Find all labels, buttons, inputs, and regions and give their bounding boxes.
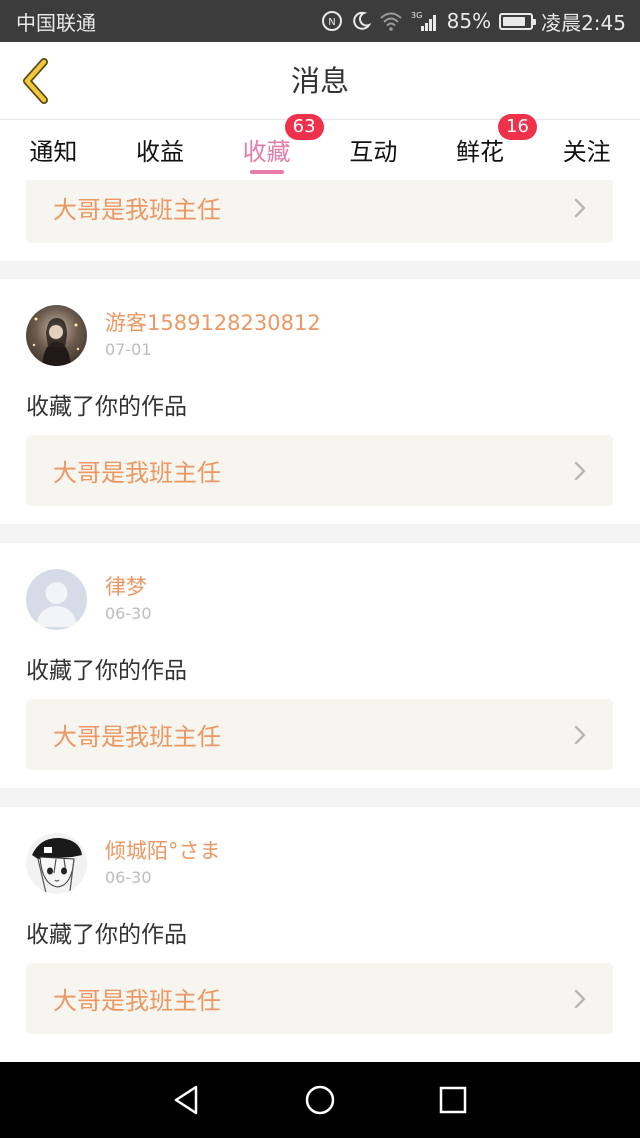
triangle-back-icon [174, 1085, 197, 1115]
avatar[interactable] [26, 569, 87, 630]
work-link[interactable]: 大哥是我班主任 [26, 180, 613, 243]
carrier-label: 中国联通 [16, 10, 96, 35]
tab-label: 关注 [562, 138, 611, 166]
message-text: 收藏了你的作品 [26, 658, 187, 684]
avatar[interactable] [26, 305, 87, 366]
message-list[interactable]: 大哥是我班主任 游客1589128230812 07-01 收藏了你的作品 大哥… [0, 180, 640, 1062]
back-nav-button[interactable] [157, 1070, 217, 1130]
list-item: 大哥是我班主任 [0, 180, 640, 261]
work-title: 大哥是我班主任 [53, 459, 221, 487]
battery-percent: 85% [446, 9, 492, 33]
tab-label: 通知 [29, 138, 78, 166]
timestamp: 06-30 [105, 867, 152, 887]
battery-icon [499, 12, 537, 30]
tab-label: 收藏 [242, 138, 291, 166]
tab-flowers[interactable]: 鲜花 16 [427, 114, 537, 180]
tab-interactions[interactable]: 互动 [320, 120, 427, 180]
list-item: 游客1589128230812 07-01 收藏了你的作品 大哥是我班主任 [0, 279, 640, 524]
username[interactable]: 游客1589128230812 [105, 309, 321, 337]
user-row: 倾城陌°さま 06-30 [26, 833, 221, 894]
timestamp: 07-01 [105, 339, 152, 359]
clock: 凌晨2:45 [541, 10, 626, 35]
work-title: 大哥是我班主任 [53, 196, 221, 224]
username[interactable]: 律梦 [105, 573, 152, 601]
work-link[interactable]: 大哥是我班主任 [26, 435, 613, 506]
tab-label: 互动 [349, 138, 398, 166]
work-title: 大哥是我班主任 [53, 987, 221, 1015]
timestamp: 06-30 [105, 603, 152, 623]
chevron-right-icon [573, 988, 587, 1010]
message-text: 收藏了你的作品 [26, 922, 187, 948]
user-row: 律梦 06-30 [26, 569, 152, 630]
unread-badge: 63 [284, 114, 324, 140]
tab-label: 收益 [136, 138, 184, 166]
work-link[interactable]: 大哥是我班主任 [26, 963, 613, 1034]
recents-nav-button[interactable] [423, 1070, 483, 1130]
moon-icon [351, 11, 371, 31]
tab-favorites[interactable]: 收藏 63 [213, 114, 324, 180]
page-title: 消息 [290, 64, 349, 98]
avatar[interactable] [26, 833, 87, 894]
user-row: 游客1589128230812 07-01 [26, 305, 321, 366]
work-title: 大哥是我班主任 [53, 723, 221, 751]
list-item: 倾城陌°さま 06-30 收藏了你的作品 大哥是我班主任 [0, 807, 640, 1062]
chevron-right-icon [573, 724, 587, 746]
tab-bar: 通知 收益 收藏 63 互动 鲜花 16 关注 [0, 114, 640, 180]
circle-home-icon [305, 1085, 335, 1115]
system-nav-bar [0, 1062, 640, 1138]
svg-text:3G: 3G [411, 11, 422, 20]
list-item: 律梦 06-30 收藏了你的作品 大哥是我班主任 [0, 543, 640, 788]
message-text: 收藏了你的作品 [26, 394, 187, 420]
chevron-right-icon [573, 197, 587, 219]
svg-text:N: N [328, 17, 335, 28]
nav-bar: 消息 [0, 42, 640, 120]
home-nav-button[interactable] [290, 1070, 350, 1130]
username[interactable]: 倾城陌°さま [105, 837, 221, 865]
wifi-icon [379, 11, 403, 31]
tab-label: 鲜花 [456, 138, 505, 166]
tab-following[interactable]: 关注 [533, 120, 640, 180]
square-recents-icon [440, 1086, 467, 1114]
work-link[interactable]: 大哥是我班主任 [26, 699, 613, 770]
unread-badge: 16 [498, 114, 537, 140]
active-tab-indicator [249, 170, 284, 174]
data-saver-icon: N [321, 10, 343, 32]
chevron-right-icon [573, 460, 587, 482]
cellular-signal-icon: 3G [411, 10, 439, 32]
status-bar: 中国联通 N 3G 85% 凌晨2:45 [0, 0, 640, 42]
tab-earnings[interactable]: 收益 [107, 120, 214, 180]
status-icons: N 3G 85% 凌晨2:45 [321, 7, 626, 36]
tab-notifications[interactable]: 通知 [0, 120, 107, 180]
